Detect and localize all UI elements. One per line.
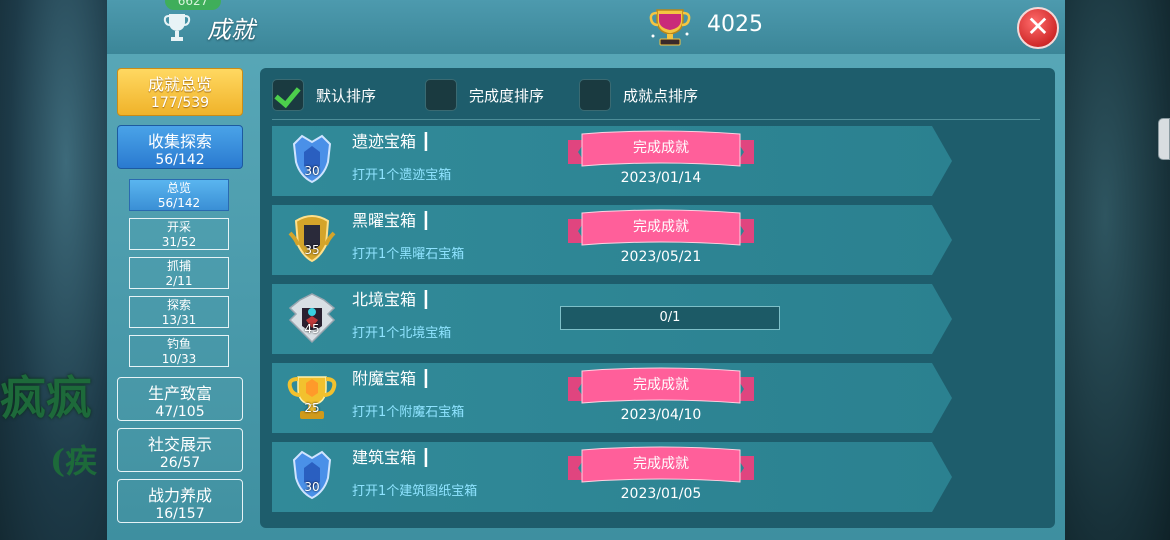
completed-label: 完成成就 bbox=[633, 140, 689, 156]
achievement-desc: 打开1个黑曜石宝箱 bbox=[352, 247, 465, 262]
nav-social[interactable]: 社交展示 26/57 bbox=[117, 428, 243, 472]
checkbox-icon[interactable] bbox=[272, 79, 304, 111]
nav-label: 战力养成 bbox=[147, 486, 212, 505]
completed-label: 完成成就 bbox=[633, 219, 689, 235]
close-button[interactable]: ✕ bbox=[1017, 7, 1059, 49]
achievement-title: 遗迹宝箱 ┃ bbox=[352, 132, 431, 151]
gold-trophy-icon bbox=[287, 376, 337, 419]
nav-label: 收集探索 bbox=[147, 132, 212, 151]
blue-crown-icon bbox=[292, 450, 332, 500]
points-label: 25 bbox=[304, 401, 320, 415]
nav-label: 成就总览 bbox=[147, 75, 212, 94]
completed-label: 完成成就 bbox=[633, 377, 689, 393]
nav-collect-explore[interactable]: 收集探索 56/142 bbox=[117, 125, 243, 169]
completion-date: 2023/01/05 bbox=[620, 486, 702, 502]
nav-sub-overview[interactable]: 总览 56/142 bbox=[129, 179, 229, 211]
nav-achievement-overview[interactable]: 成就总览 177/539 bbox=[117, 68, 243, 116]
completed-label: 完成成就 bbox=[633, 456, 689, 472]
nav-sub-count: 2/11 bbox=[165, 274, 193, 288]
nav-count: 16/157 bbox=[155, 506, 205, 522]
nav-label: 生产致富 bbox=[147, 384, 212, 403]
side-handle[interactable] bbox=[1158, 118, 1170, 160]
nav-sub-count: 31/52 bbox=[161, 235, 197, 249]
achievement-title: 建筑宝箱 ┃ bbox=[352, 448, 431, 467]
nav-sub-label: 抓捕 bbox=[166, 259, 191, 273]
total-points: 4025 bbox=[707, 12, 763, 37]
points-label: 45 bbox=[304, 322, 320, 336]
points-label: 30 bbox=[304, 164, 320, 178]
nav-sub-fishing[interactable]: 钓鱼 10/33 bbox=[129, 335, 229, 367]
completion-date: 2023/05/21 bbox=[620, 249, 702, 265]
divider bbox=[272, 119, 1040, 120]
nav-sub-count: 13/31 bbox=[161, 313, 197, 327]
nav-combat[interactable]: 战力养成 16/157 bbox=[117, 479, 243, 523]
gold-shield-icon bbox=[288, 215, 336, 263]
achievement-desc: 打开1个附魔石宝箱 bbox=[352, 405, 465, 420]
sort-completion[interactable]: 完成度排序 bbox=[425, 78, 544, 112]
completion-date: 2023/04/10 bbox=[620, 407, 702, 423]
sort-default[interactable]: 默认排序 bbox=[272, 78, 376, 112]
nav-sub-mining[interactable]: 开采 31/52 bbox=[129, 218, 229, 250]
page-title: 成就 bbox=[207, 16, 255, 44]
nav-sub-label: 总览 bbox=[166, 181, 191, 195]
nav-count: 47/105 bbox=[155, 404, 205, 420]
dark-crest-icon bbox=[288, 293, 336, 344]
achievement-row[interactable]: 30 遗迹宝箱 ┃ 打开1个遗迹宝箱 完成成就 2023/01/14 bbox=[272, 126, 952, 196]
achievement-title: 北境宝箱 ┃ bbox=[352, 290, 431, 309]
nav-sub-label: 钓鱼 bbox=[166, 337, 191, 351]
sort-label: 默认排序 bbox=[316, 86, 377, 105]
header: 6627 成就 4025 ✕ bbox=[107, 0, 1065, 54]
sort-label: 成就点排序 bbox=[623, 86, 699, 105]
nav-sub-count: 56/142 bbox=[157, 196, 201, 210]
trophy-icon bbox=[163, 14, 191, 41]
achievement-desc: 打开1个遗迹宝箱 bbox=[352, 168, 452, 183]
golden-cup-icon bbox=[649, 9, 691, 46]
achievement-desc: 打开1个北境宝箱 bbox=[352, 326, 452, 341]
achievement-list-panel: 默认排序 完成度排序 成就点排序 30 遗迹宝箱 ┃ 打开1个遗迹宝箱 完成成就… bbox=[260, 68, 1055, 528]
sort-points[interactable]: 成就点排序 bbox=[579, 78, 698, 112]
points-label: 30 bbox=[304, 480, 320, 494]
nav-label: 社交展示 bbox=[147, 435, 212, 454]
background-text: (疾 bbox=[50, 442, 98, 480]
completion-date: 2023/01/14 bbox=[620, 170, 702, 186]
achievement-window: 6627 成就 4025 ✕ 成就总览 177/539 收集探索 56/142 … bbox=[107, 0, 1065, 540]
nav-sub-count: 10/33 bbox=[161, 352, 197, 366]
achievement-row[interactable]: 35 黑曜宝箱 ┃ 打开1个黑曜石宝箱 完成成就 2023/05/21 bbox=[272, 205, 952, 275]
background-right bbox=[1062, 0, 1170, 540]
sort-label: 完成度排序 bbox=[469, 86, 545, 105]
nav-production[interactable]: 生产致富 47/105 bbox=[117, 377, 243, 421]
top-badge: 6627 bbox=[165, 0, 221, 10]
nav-count: 56/142 bbox=[155, 152, 205, 168]
points-label: 35 bbox=[304, 243, 320, 257]
checkbox-icon[interactable] bbox=[425, 79, 457, 111]
achievement-row[interactable]: 45 北境宝箱 ┃ 打开1个北境宝箱 0/1 bbox=[272, 284, 952, 354]
nav-sub-capture[interactable]: 抓捕 2/11 bbox=[129, 257, 229, 289]
nav-sub-explore[interactable]: 探索 13/31 bbox=[129, 296, 229, 328]
achievement-title: 附魔宝箱 ┃ bbox=[352, 369, 431, 388]
blue-crown-icon bbox=[292, 134, 332, 184]
nav-count: 26/57 bbox=[159, 455, 201, 471]
checkbox-icon[interactable] bbox=[579, 79, 611, 111]
achievement-row[interactable]: 30 建筑宝箱 ┃ 打开1个建筑图纸宝箱 完成成就 2023/01/05 bbox=[272, 442, 952, 512]
achievement-desc: 打开1个建筑图纸宝箱 bbox=[352, 484, 478, 499]
nav-count: 177/539 bbox=[150, 95, 210, 111]
nav-sub-label: 开采 bbox=[166, 220, 191, 234]
achievement-row[interactable]: 25 附魔宝箱 ┃ 打开1个附魔石宝箱 完成成就 2023/04/10 bbox=[272, 363, 952, 433]
nav-sub-label: 探索 bbox=[166, 298, 191, 312]
progress-bar: 0/1 bbox=[560, 306, 780, 330]
achievement-title: 黑曜宝箱 ┃ bbox=[352, 211, 431, 230]
background-text: 疯疯 bbox=[0, 371, 92, 425]
